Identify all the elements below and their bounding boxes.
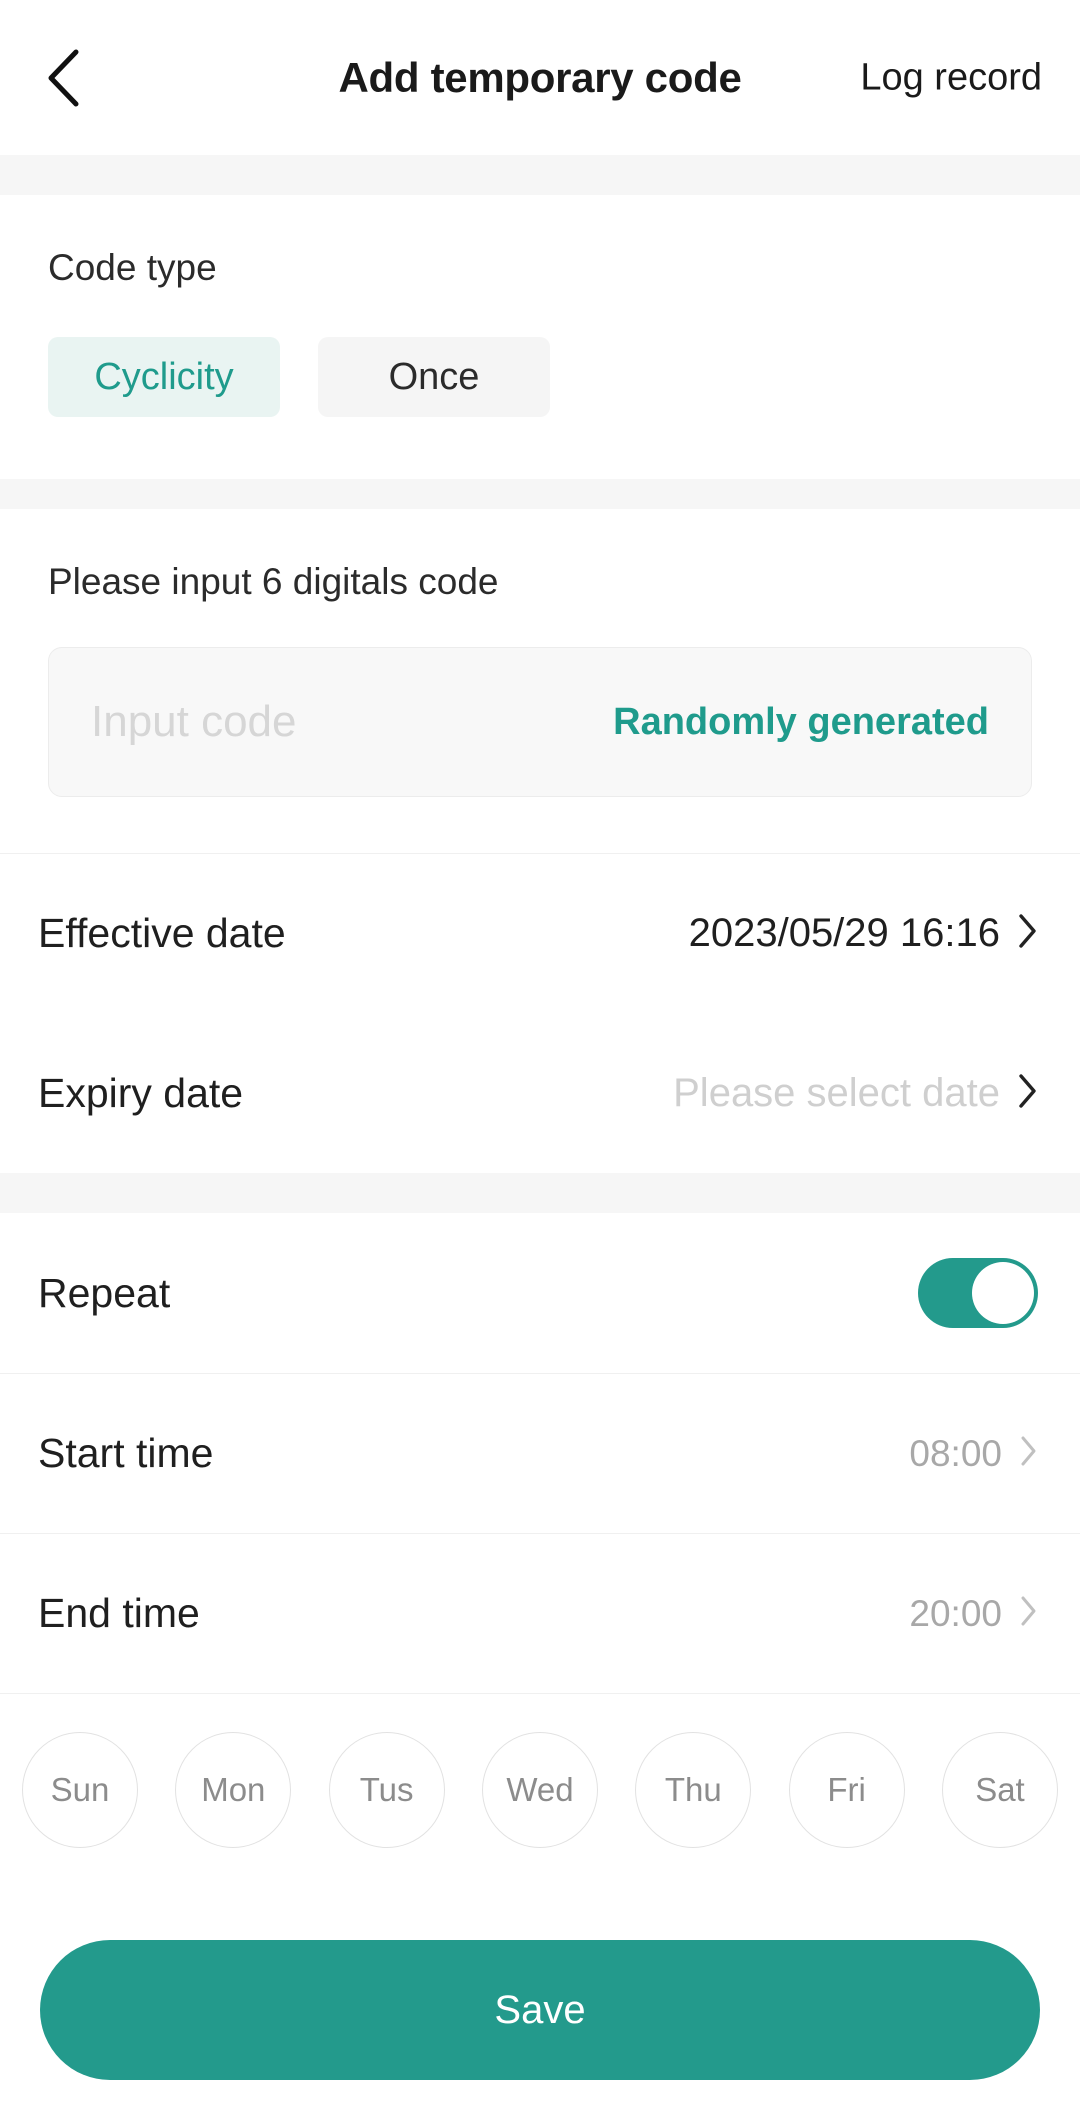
start-time-label: Start time: [38, 1430, 214, 1476]
end-time-value: 20:00: [909, 1592, 1002, 1634]
toggle-knob: [972, 1262, 1034, 1324]
save-button[interactable]: Save: [40, 1940, 1040, 2080]
footer-actions: Save: [0, 1890, 1080, 2080]
code-type-section: Code type Cyclicity Once: [0, 195, 1080, 479]
code-type-option-label: Once: [388, 355, 480, 398]
end-time-value-group: 20:00: [909, 1593, 1038, 1635]
code-type-option-once[interactable]: Once: [318, 337, 550, 417]
code-input-section: Please input 6 digitals code Input code …: [0, 509, 1080, 853]
weekday-label: Mon: [201, 1771, 266, 1808]
weekday-fri[interactable]: Fri: [788, 1732, 905, 1848]
app-header: Add temporary code Log record: [0, 0, 1080, 155]
app-screen: Add temporary code Log record Code type …: [0, 0, 1080, 2107]
repeat-label: Repeat: [38, 1269, 171, 1316]
chevron-right-icon: [1020, 1595, 1038, 1632]
effective-date-value: 2023/05/29 16:16: [688, 911, 1000, 955]
expiry-date-value-group: Please select date: [673, 1071, 1038, 1116]
start-time-value: 08:00: [909, 1432, 1002, 1474]
chevron-right-icon: [1018, 1073, 1038, 1114]
weekday-selector: Sun Mon Tus Wed Thu Fri Sat: [0, 1693, 1080, 1890]
expiry-date-row[interactable]: Expiry date Please select date: [0, 1013, 1080, 1173]
code-input-box[interactable]: Input code Randomly generated: [48, 647, 1032, 797]
code-type-label: Code type: [48, 247, 217, 288]
weekday-label: Wed: [506, 1771, 574, 1808]
code-input-label: Please input 6 digitals code: [48, 561, 499, 602]
chevron-right-icon: [1018, 913, 1038, 954]
section-divider-repeat: [0, 1173, 1080, 1213]
section-divider-code: [0, 479, 1080, 509]
end-time-label: End time: [38, 1590, 200, 1636]
expiry-date-label: Expiry date: [38, 1069, 244, 1116]
weekday-thu[interactable]: Thu: [635, 1732, 752, 1848]
repeat-row: Repeat: [0, 1213, 1080, 1373]
start-time-value-group: 08:00: [909, 1433, 1038, 1475]
code-type-option-cyclicity[interactable]: Cyclicity: [48, 337, 280, 417]
expiry-date-value: Please select date: [673, 1070, 1000, 1115]
end-time-row[interactable]: End time 20:00: [0, 1533, 1080, 1693]
weekday-label: Tus: [359, 1771, 414, 1808]
weekday-label: Sat: [975, 1771, 1025, 1808]
effective-date-value-group: 2023/05/29 16:16: [689, 911, 1038, 956]
weekday-label: Thu: [664, 1771, 722, 1808]
code-input-placeholder: Input code: [91, 697, 297, 746]
weekday-wed[interactable]: Wed: [481, 1732, 598, 1848]
weekday-label: Fri: [827, 1771, 866, 1808]
weekday-mon[interactable]: Mon: [175, 1732, 292, 1848]
randomly-generated-button[interactable]: Randomly generated: [613, 701, 989, 744]
weekday-sat[interactable]: Sat: [941, 1732, 1058, 1848]
effective-date-label: Effective date: [38, 910, 286, 956]
chevron-right-icon: [1020, 1435, 1038, 1472]
repeat-toggle[interactable]: [918, 1258, 1038, 1328]
weekday-tus[interactable]: Tus: [328, 1732, 445, 1848]
effective-date-row[interactable]: Effective date 2023/05/29 16:16: [0, 853, 1080, 1013]
code-type-options: Cyclicity Once: [48, 337, 1032, 417]
start-time-row[interactable]: Start time 08:00: [0, 1373, 1080, 1533]
weekday-label: Sun: [50, 1771, 110, 1808]
log-record-link[interactable]: Log record: [860, 56, 1042, 99]
weekday-sun[interactable]: Sun: [22, 1732, 138, 1848]
code-type-option-label: Cyclicity: [94, 355, 234, 398]
section-divider-top: [0, 155, 1080, 195]
